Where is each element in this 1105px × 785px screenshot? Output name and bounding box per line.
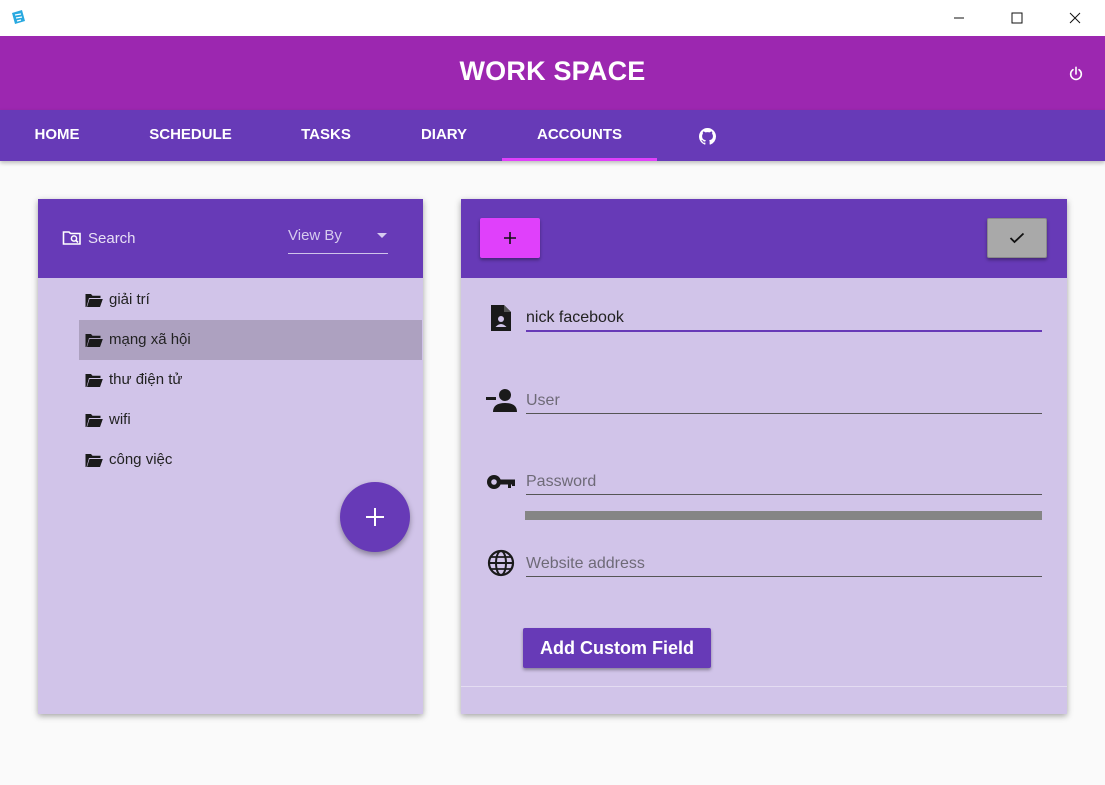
account-name-field[interactable] (526, 306, 1042, 332)
tab-tasks[interactable]: TASKS (285, 110, 367, 161)
tab-accounts[interactable]: ACCOUNTS (502, 110, 657, 161)
tab-diary[interactable]: DIARY (405, 110, 483, 161)
folder-panel: View By giải trí mạng xã hội thư điện tử… (38, 199, 423, 714)
plus-icon (366, 508, 384, 526)
panel-divider (461, 686, 1067, 687)
folder-item[interactable]: công việc (79, 440, 422, 480)
file-account-icon (486, 303, 516, 333)
save-button[interactable] (987, 218, 1047, 258)
folder-panel-header: View By (38, 199, 423, 278)
add-folder-button[interactable] (340, 482, 410, 552)
folder-open-icon (85, 334, 103, 347)
folder-label: giải trí (109, 291, 150, 308)
account-panel-header (461, 199, 1067, 278)
globe-icon (486, 548, 516, 578)
close-button[interactable] (1052, 0, 1098, 36)
folder-item[interactable]: giải trí (79, 280, 422, 320)
folder-open-icon (85, 374, 103, 387)
maximize-button[interactable] (994, 0, 1040, 36)
page-title: WORK SPACE (459, 56, 646, 86)
dropdown-caret-icon (377, 233, 387, 238)
folder-item[interactable]: mạng xã hội (79, 320, 422, 360)
check-icon (1009, 232, 1025, 244)
minimize-button[interactable] (936, 0, 982, 36)
app-header: WORK SPACE (0, 36, 1105, 110)
password-strength-bar (525, 511, 1042, 520)
folder-item[interactable]: thư điện tử (79, 360, 422, 400)
github-icon[interactable] (690, 124, 724, 148)
user-field[interactable] (526, 388, 1042, 414)
folder-open-icon (85, 294, 103, 307)
tab-bar: HOME SCHEDULE TASKS DIARY ACCOUNTS (0, 110, 1105, 161)
add-account-button[interactable] (480, 218, 540, 258)
website-field[interactable] (526, 551, 1042, 577)
folder-label: công việc (109, 451, 173, 468)
view-by-dropdown[interactable]: View By (288, 225, 388, 254)
folder-label: thư điện tử (109, 371, 183, 388)
folder-item[interactable]: wifi (79, 400, 422, 440)
account-panel: Add Custom Field (461, 199, 1067, 714)
window-titlebar (0, 0, 1105, 36)
view-by-label: View By (288, 227, 342, 244)
folder-open-icon (85, 454, 103, 467)
folder-label: wifi (109, 411, 131, 428)
power-icon[interactable] (1064, 62, 1088, 86)
add-custom-field-button[interactable]: Add Custom Field (523, 628, 711, 668)
key-icon (486, 467, 516, 497)
search-input[interactable] (88, 227, 208, 249)
folder-open-icon (85, 414, 103, 427)
tab-schedule[interactable]: SCHEDULE (134, 110, 247, 161)
account-minus-icon (484, 385, 518, 415)
tab-home[interactable]: HOME (18, 110, 96, 161)
folder-label: mạng xã hội (109, 331, 191, 348)
folder-search-icon (62, 228, 82, 248)
app-icon (10, 9, 27, 26)
plus-icon (504, 232, 516, 244)
password-field[interactable] (526, 469, 1042, 495)
